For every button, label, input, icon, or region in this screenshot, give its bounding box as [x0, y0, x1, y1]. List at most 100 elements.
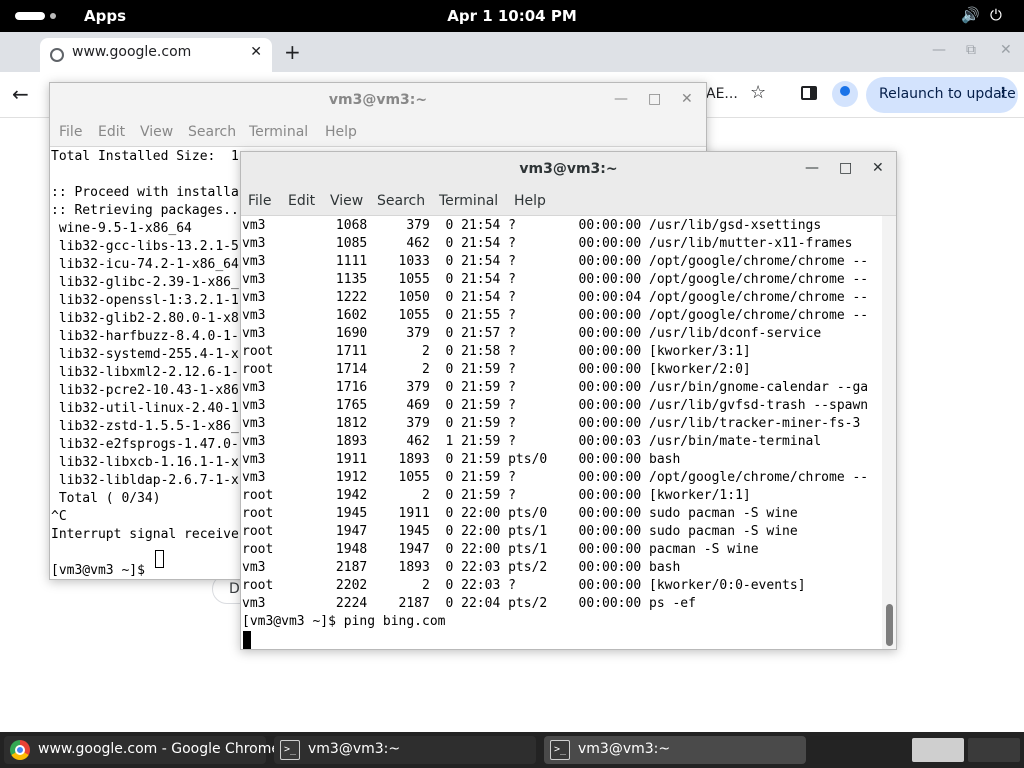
- terminal-titlebar[interactable]: vm3@vm3:~ — □ ✕: [50, 83, 706, 119]
- terminal-line: wine-9.5-1-x86_64: [51, 221, 192, 236]
- terminal-line: lib32-util-linux-2.40-1: [51, 401, 239, 416]
- terminal-window-active[interactable]: vm3@vm3:~ — □ ✕ File Edit View Search Te…: [240, 151, 897, 650]
- terminal-line: root 1942 2 0 21:59 ? 00:00:00 [kworker/…: [242, 488, 751, 503]
- chrome-icon: [10, 740, 30, 760]
- window-list-taskbar: www.google.com - Google Chrome >_ vm3@vm…: [0, 732, 1024, 768]
- chrome-close-button[interactable]: ✕: [1000, 42, 1012, 58]
- terminal-line: ^C: [51, 509, 67, 524]
- power-icon[interactable]: ⏻: [990, 6, 1002, 24]
- menu-help[interactable]: Help: [325, 124, 357, 140]
- terminal-line: lib32-openssl-1:3.2.1-1: [51, 293, 239, 308]
- taskbar-item-chrome[interactable]: www.google.com - Google Chrome: [4, 736, 280, 764]
- new-tab-button[interactable]: +: [284, 40, 301, 64]
- terminal-line: lib32-e2fsprogs-1.47.0-: [51, 437, 239, 452]
- taskbar-item-label: vm3@vm3:~: [308, 741, 401, 757]
- terminal-line: lib32-systemd-255.4-1-x: [51, 347, 239, 362]
- terminal-line: [vm3@vm3 ~]$ ping bing.com: [242, 614, 446, 629]
- terminal-line: root 1711 2 0 21:58 ? 00:00:00 [kworker/…: [242, 344, 751, 359]
- tab-strip: www.google.com ✕ + — ⧉ ✕: [0, 32, 1024, 72]
- menu-view[interactable]: View: [330, 193, 363, 209]
- terminal-line: [vm3@vm3 ~]$: [51, 563, 153, 578]
- clock[interactable]: Apr 1 10:04 PM: [0, 7, 1024, 25]
- bookmark-star-icon[interactable]: ☆: [750, 82, 766, 103]
- omnibox-text-fragment[interactable]: AE...: [706, 86, 738, 102]
- scrollbar-thumb[interactable]: [886, 604, 893, 646]
- terminal-line: vm3 1602 1055 0 21:55 ? 00:00:00 /opt/go…: [242, 308, 869, 323]
- page-button-label: D: [229, 581, 240, 597]
- terminal-line: Total ( 0/34): [51, 491, 161, 506]
- menu-file[interactable]: File: [248, 193, 271, 209]
- terminal-line: root 1947 1945 0 22:00 pts/1 00:00:00 su…: [242, 524, 798, 539]
- terminal-menubar: File Edit View Search Terminal Help: [241, 188, 896, 216]
- terminal-line: lib32-pcre2-10.43-1-x86: [51, 383, 239, 398]
- browser-tab[interactable]: www.google.com ✕: [40, 38, 272, 72]
- terminal-titlebar[interactable]: vm3@vm3:~ — □ ✕: [241, 152, 896, 188]
- menu-search[interactable]: Search: [188, 124, 236, 140]
- menu-terminal[interactable]: Terminal: [249, 124, 308, 140]
- workspace-2-thumbnail[interactable]: [968, 738, 1020, 762]
- terminal-line: lib32-glib2-2.80.0-1-x8: [51, 311, 239, 326]
- terminal-scrollbar[interactable]: [882, 216, 896, 649]
- workspace-1-thumbnail[interactable]: [912, 738, 964, 762]
- terminal-line: lib32-icu-74.2-1-x86_64: [51, 257, 239, 272]
- menu-view[interactable]: View: [140, 124, 173, 140]
- terminal-line: vm3 1812 379 0 21:59 ? 00:00:00 /usr/lib…: [242, 416, 861, 431]
- close-button[interactable]: ✕: [872, 160, 884, 176]
- volume-icon[interactable]: 🔊: [961, 6, 980, 24]
- maximize-button[interactable]: □: [839, 160, 852, 176]
- taskbar-item-terminal-1[interactable]: >_ vm3@vm3:~: [274, 736, 536, 764]
- maximize-button[interactable]: □: [648, 91, 661, 107]
- relaunch-to-update-button[interactable]: Relaunch to update ⋮: [866, 77, 1018, 113]
- terminal-output[interactable]: vm3 1068 379 0 21:54 ? 00:00:00 /usr/lib…: [241, 216, 896, 649]
- tab-title: www.google.com: [72, 44, 192, 60]
- terminal-line: vm3 1911 1893 0 21:59 pts/0 00:00:00 bas…: [242, 452, 681, 467]
- terminal-line: root 1714 2 0 21:59 ? 00:00:00 [kworker/…: [242, 362, 751, 377]
- menu-edit[interactable]: Edit: [98, 124, 125, 140]
- terminal-line: lib32-libxml2-2.12.6-1-: [51, 365, 239, 380]
- top-bar: Apps Apr 1 10:04 PM 🔊 ⏻: [0, 0, 1024, 32]
- terminal-line: Interrupt signal receive: [51, 527, 239, 542]
- terminal-line: :: Retrieving packages..: [51, 203, 239, 218]
- terminal-line: vm3 1690 379 0 21:57 ? 00:00:00 /usr/lib…: [242, 326, 822, 341]
- terminal-line: vm3 1716 379 0 21:59 ? 00:00:00 /usr/bin…: [242, 380, 869, 395]
- terminal-cursor: [155, 550, 164, 568]
- terminal-line: lib32-zstd-1.5.5-1-x86_: [51, 419, 239, 434]
- terminal-line: Total Installed Size: 1: [51, 149, 239, 164]
- terminal-line: vm3 1222 1050 0 21:54 ? 00:00:04 /opt/go…: [242, 290, 869, 305]
- more-menu-icon[interactable]: ⋮: [996, 85, 1010, 101]
- terminal-line: vm3 1068 379 0 21:54 ? 00:00:00 /usr/lib…: [242, 218, 822, 233]
- terminal-line: vm3 1765 469 0 21:59 ? 00:00:00 /usr/lib…: [242, 398, 869, 413]
- menu-help[interactable]: Help: [514, 193, 546, 209]
- taskbar-item-label: vm3@vm3:~: [578, 741, 671, 757]
- terminal-line: vm3 1111 1033 0 21:54 ? 00:00:00 /opt/go…: [242, 254, 869, 269]
- terminal-line: root 1948 1947 0 22:00 pts/1 00:00:00 pa…: [242, 542, 759, 557]
- terminal-line: :: Proceed with installa: [51, 185, 239, 200]
- menu-file[interactable]: File: [59, 124, 82, 140]
- terminal-line: vm3 1893 462 1 21:59 ? 00:00:03 /usr/bin…: [242, 434, 822, 449]
- terminal-line: vm3 2187 1893 0 22:03 pts/2 00:00:00 bas…: [242, 560, 681, 575]
- taskbar-item-label: www.google.com - Google Chrome: [38, 741, 280, 757]
- terminal-line: vm3 1085 462 0 21:54 ? 00:00:00 /usr/lib…: [242, 236, 853, 251]
- profile-avatar-icon[interactable]: [832, 81, 858, 107]
- tab-close-icon[interactable]: ✕: [250, 44, 262, 60]
- minimize-button[interactable]: —: [805, 160, 819, 176]
- minimize-button[interactable]: —: [614, 91, 628, 107]
- terminal-line: root 2202 2 0 22:03 ? 00:00:00 [kworker/…: [242, 578, 806, 593]
- terminal-line: lib32-harfbuzz-8.4.0-1-: [51, 329, 239, 344]
- menu-edit[interactable]: Edit: [288, 193, 315, 209]
- menu-search[interactable]: Search: [377, 193, 425, 209]
- menu-terminal[interactable]: Terminal: [439, 193, 498, 209]
- terminal-line: root 1945 1911 0 22:00 pts/0 00:00:00 su…: [242, 506, 798, 521]
- terminal-line: lib32-gcc-libs-13.2.1-5: [51, 239, 239, 254]
- terminal-line: lib32-libldap-2.6.7-1-x: [51, 473, 239, 488]
- terminal-line: vm3 1135 1055 0 21:54 ? 00:00:00 /opt/go…: [242, 272, 869, 287]
- back-arrow-icon[interactable]: ←: [12, 82, 29, 106]
- taskbar-item-terminal-2[interactable]: >_ vm3@vm3:~: [544, 736, 806, 764]
- side-panel-icon[interactable]: [801, 86, 817, 100]
- chrome-maximize-button[interactable]: ⧉: [966, 42, 976, 58]
- terminal-cursor: [243, 631, 251, 649]
- close-button[interactable]: ✕: [681, 91, 693, 107]
- chrome-minimize-button[interactable]: —: [932, 42, 946, 58]
- window-title: vm3@vm3:~: [519, 161, 618, 177]
- terminal-line: lib32-libxcb-1.16.1-1-x: [51, 455, 239, 470]
